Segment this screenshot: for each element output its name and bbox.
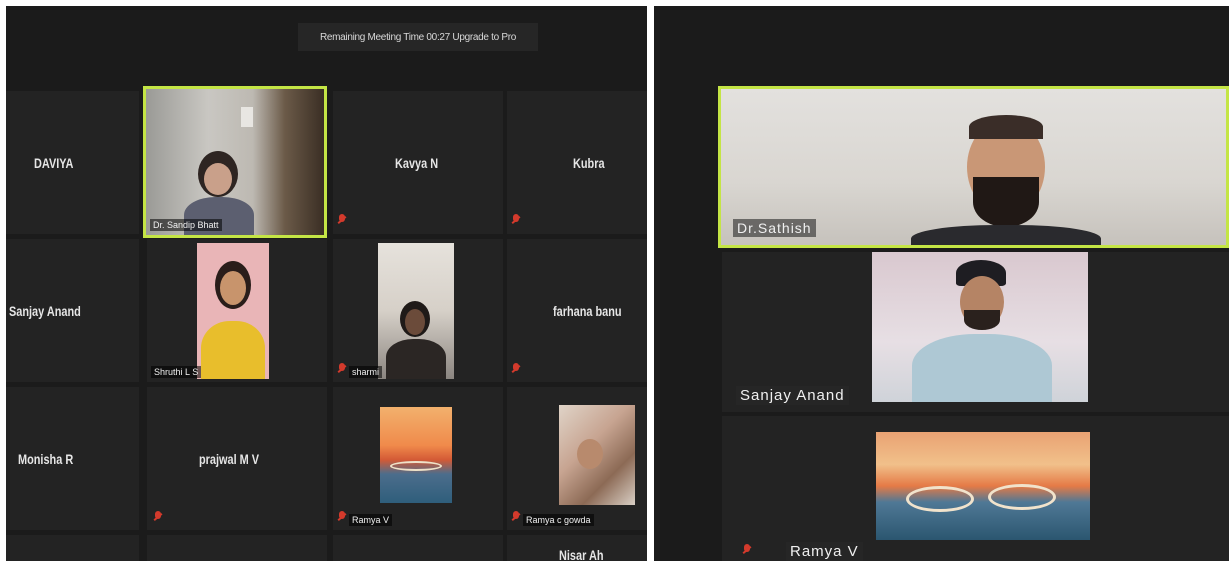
participant-label: Shruthi L S	[151, 366, 202, 378]
participant-tile-partial[interactable]: Nisar Ah	[507, 535, 647, 561]
person-hair	[969, 115, 1043, 139]
person-face	[405, 309, 425, 335]
participant-name: farhana banu	[553, 303, 622, 319]
bicycle-wheel-left	[906, 486, 974, 512]
mic-muted-icon	[511, 214, 521, 226]
speaker-view-panel: Dr.Sathish Sanjay Anand Ramya V	[654, 6, 1229, 561]
video-feed	[146, 89, 324, 235]
participant-tile-prajwal[interactable]: prajwal M V	[147, 387, 327, 530]
participant-tile-farhana[interactable]: farhana banu	[507, 239, 647, 382]
mic-muted-icon	[511, 363, 521, 375]
video-feed	[197, 243, 269, 379]
video-feed	[380, 407, 452, 503]
participant-tile-ramya-c[interactable]: Ramya c gowda	[507, 387, 647, 530]
participant-name: Monisha R	[18, 451, 74, 467]
video-feed	[559, 405, 635, 505]
person-body	[912, 334, 1052, 402]
bicycle-shape	[390, 461, 442, 471]
participant-label: Sanjay Anand	[736, 386, 849, 405]
participant-tile-sanjay[interactable]: Sanjay Anand	[6, 239, 139, 382]
participant-name: Nisar Ah	[559, 547, 604, 561]
participant-name: Kubra	[573, 155, 605, 171]
mic-muted-icon	[337, 363, 347, 375]
video-feed	[876, 432, 1090, 540]
mic-muted-icon	[511, 511, 521, 523]
participant-tile-row4-3[interactable]	[333, 535, 503, 561]
person-body	[386, 339, 446, 379]
mic-muted-icon	[742, 544, 752, 556]
participant-name: Sanjay Anand	[9, 303, 81, 319]
participant-tile-daviya[interactable]: DAVIYA	[6, 91, 139, 234]
mic-muted-icon	[153, 511, 163, 523]
participant-tile-shruthi[interactable]: Shruthi L S	[147, 239, 327, 382]
participant-tile-sharmi[interactable]: sharmi	[333, 239, 503, 382]
participant-tile-row4-2[interactable]	[147, 535, 327, 561]
participant-label: Dr.Sathish	[733, 219, 816, 237]
person-face	[220, 271, 246, 305]
person-body	[911, 225, 1101, 245]
participant-label: Dr. Sandip Bhatt	[150, 219, 222, 231]
left-gutter	[654, 82, 714, 561]
wall-frame	[241, 107, 253, 127]
participant-tile-sanjay[interactable]: Sanjay Anand	[722, 252, 1229, 412]
person-beard	[973, 177, 1039, 227]
mic-muted-icon	[337, 214, 347, 226]
person-beard	[964, 310, 1000, 330]
participant-label: Ramya V	[349, 514, 393, 526]
person-face	[577, 439, 603, 469]
active-speaker-tile[interactable]: Dr.Sathish	[718, 86, 1229, 248]
participant-name: DAVIYA	[34, 155, 74, 171]
participant-label: sharmi	[349, 366, 383, 378]
participant-tile-monisha[interactable]: Monisha R	[6, 387, 139, 530]
participant-tile-kubra[interactable]: Kubra	[507, 91, 647, 234]
participant-label: Ramya V	[786, 542, 863, 561]
participant-label: Ramya c gowda	[523, 514, 594, 526]
participant-tile-host[interactable]: Dr. Sandip Bhatt	[143, 86, 327, 238]
participant-tile-ramya[interactable]: Ramya V	[722, 416, 1229, 561]
gallery-view-panel: Remaining Meeting Time 00:27 Upgrade to …	[6, 6, 647, 561]
participant-tile-kavya[interactable]: Kavya N	[333, 91, 503, 234]
meeting-time-banner[interactable]: Remaining Meeting Time 00:27 Upgrade to …	[298, 23, 538, 51]
person-face	[204, 163, 232, 195]
bicycle-wheel-right	[988, 484, 1056, 510]
participant-name: prajwal M V	[199, 451, 260, 467]
mic-muted-icon	[337, 511, 347, 523]
participant-tile-ramya[interactable]: Ramya V	[333, 387, 503, 530]
person-body	[201, 321, 265, 379]
participant-tile-row4-1[interactable]	[6, 535, 139, 561]
video-feed	[378, 243, 454, 379]
participant-name: Kavya N	[395, 155, 439, 171]
video-feed	[872, 252, 1088, 402]
